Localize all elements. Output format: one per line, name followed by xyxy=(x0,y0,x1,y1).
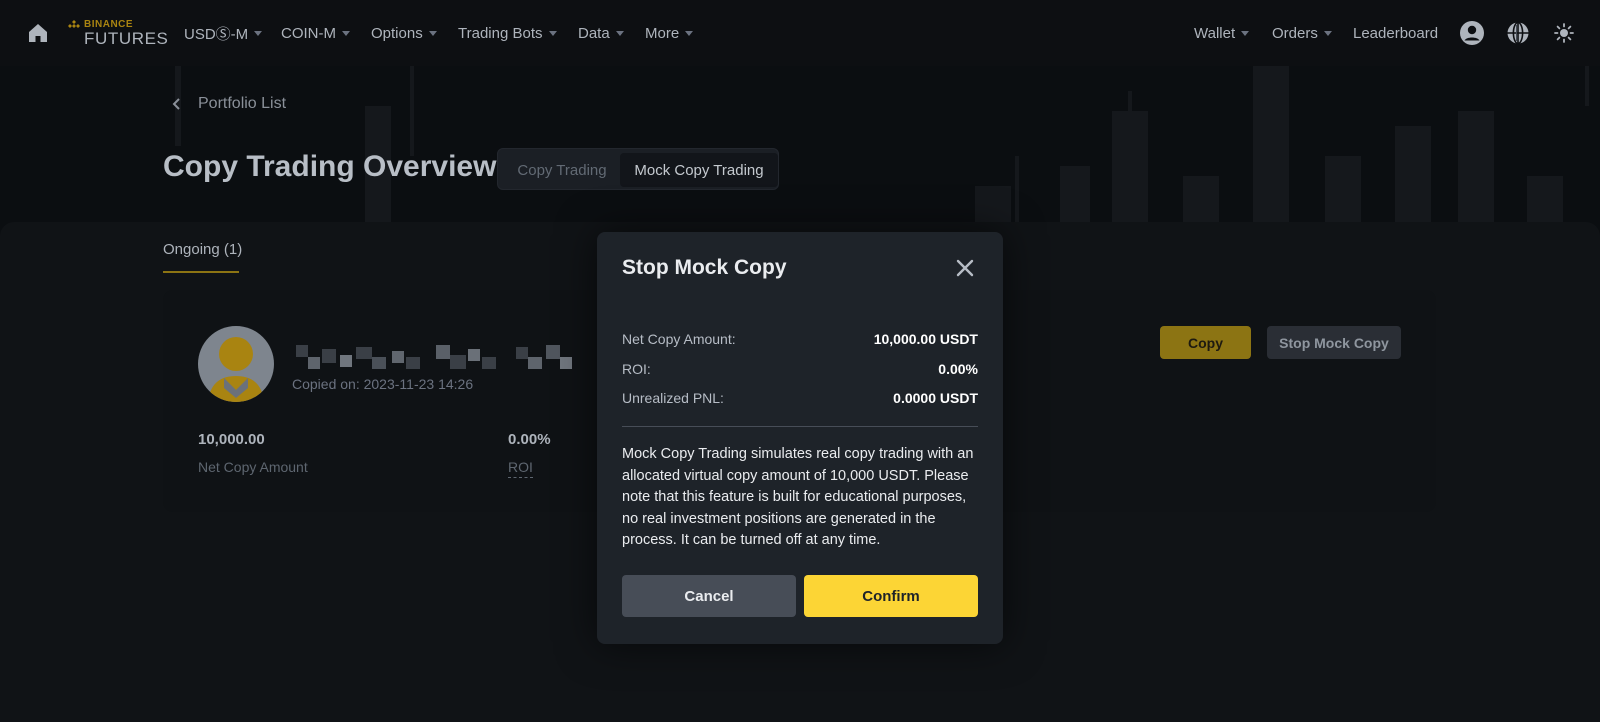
tab-ongoing[interactable]: Ongoing (1) xyxy=(163,241,242,258)
modal-title: Stop Mock Copy xyxy=(622,256,787,279)
nav-label: Trading Bots xyxy=(458,24,543,42)
segment-mock-copy-trading[interactable]: Mock Copy Trading xyxy=(620,153,778,187)
tab-active-indicator xyxy=(163,271,239,273)
nav-data[interactable]: Data xyxy=(578,22,624,44)
modal-row-roi: ROI: 0.00% xyxy=(622,359,978,379)
nav-more[interactable]: More xyxy=(645,22,694,44)
caret-down-icon xyxy=(1241,30,1250,36)
logo-text-bottom: FUTURES xyxy=(84,29,169,48)
nav-label: Data xyxy=(578,24,610,42)
nav-usds-m[interactable]: USDⓈ-M xyxy=(184,22,263,44)
nav-orders[interactable]: Orders xyxy=(1272,22,1332,44)
row-value: 0.00% xyxy=(938,361,978,377)
net-copy-amount-label: Net Copy Amount xyxy=(198,459,308,475)
globe-icon[interactable] xyxy=(1505,20,1531,46)
chevron-left-icon xyxy=(172,98,180,110)
avatar xyxy=(198,326,274,402)
caret-down-icon xyxy=(548,30,557,36)
roi-label[interactable]: ROI xyxy=(508,459,533,478)
nav-label: Orders xyxy=(1272,24,1318,42)
nav-leaderboard[interactable]: Leaderboard xyxy=(1353,22,1438,44)
copied-on-date: Copied on: 2023-11-23 14:26 xyxy=(292,376,474,392)
page-title: Copy Trading Overview xyxy=(163,150,497,183)
caret-down-icon xyxy=(342,30,350,36)
roi-value: 0.00% xyxy=(508,431,551,448)
row-key: Net Copy Amount: xyxy=(622,331,736,347)
segment-copy-trading[interactable]: Copy Trading xyxy=(502,153,622,187)
copy-button[interactable]: Copy xyxy=(1160,326,1251,359)
home-icon[interactable] xyxy=(26,21,50,45)
row-key: Unrealized PNL: xyxy=(622,390,724,406)
caret-down-icon xyxy=(254,30,263,36)
user-icon[interactable] xyxy=(1459,20,1485,46)
top-nav: BINANCE FUTURES USDⓈ-M COIN-M Options Tr… xyxy=(0,0,1600,66)
mode-segmented-control: Copy Trading Mock Copy Trading xyxy=(497,148,779,190)
modal-description: Mock Copy Trading simulates real copy tr… xyxy=(622,446,974,548)
back-link[interactable]: Portfolio List xyxy=(170,92,286,116)
nav-divider xyxy=(1516,25,1517,41)
nav-label: Options xyxy=(371,24,423,42)
stop-mock-copy-button[interactable]: Stop Mock Copy xyxy=(1267,326,1401,359)
binance-logo-icon xyxy=(68,20,80,28)
nav-label: More xyxy=(645,24,680,42)
nav-options[interactable]: Options xyxy=(371,22,437,44)
row-value: 0.0000 USDT xyxy=(893,390,978,406)
back-label: Portfolio List xyxy=(198,95,287,112)
nav-wallet[interactable]: Wallet xyxy=(1194,22,1250,44)
caret-down-icon xyxy=(615,30,624,36)
close-icon[interactable] xyxy=(954,257,976,279)
nav-label: Leaderboard xyxy=(1353,24,1439,42)
row-key: ROI: xyxy=(622,361,651,377)
background-candles xyxy=(175,66,1589,226)
nav-label: Wallet xyxy=(1194,24,1236,42)
modal-row-net-copy-amount: Net Copy Amount: 10,000.00 USDT xyxy=(622,329,978,349)
caret-down-icon xyxy=(1323,30,1332,36)
theme-icon[interactable] xyxy=(1552,21,1576,45)
net-copy-amount-value: 10,000.00 xyxy=(198,431,265,448)
nav-label: USDⓈ-M xyxy=(184,25,249,43)
blurred-trader-name xyxy=(296,345,572,369)
nav-trading-bots[interactable]: Trading Bots xyxy=(458,22,557,44)
modal-divider xyxy=(622,426,978,427)
cancel-button[interactable]: Cancel xyxy=(622,575,796,617)
modal-row-unrealized-pnl: Unrealized PNL: 0.0000 USDT xyxy=(622,388,978,408)
row-value: 10,000.00 USDT xyxy=(873,331,978,347)
caret-down-icon xyxy=(428,30,437,36)
confirm-button[interactable]: Confirm xyxy=(804,575,978,617)
nav-coin-m[interactable]: COIN-M xyxy=(281,22,350,44)
binance-futures-logo[interactable]: BINANCE FUTURES xyxy=(68,17,168,49)
nav-label: COIN-M xyxy=(281,24,336,42)
caret-down-icon xyxy=(685,30,694,36)
